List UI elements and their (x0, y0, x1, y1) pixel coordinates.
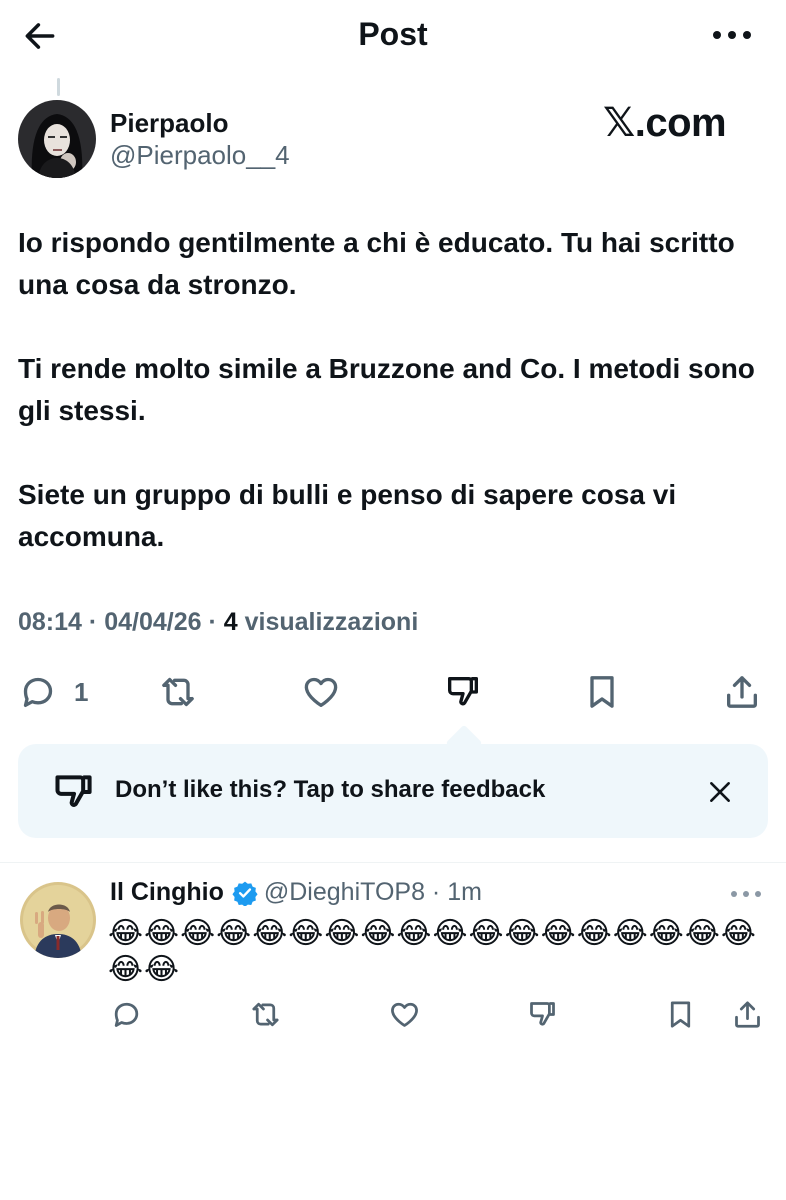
repost-icon (162, 677, 194, 707)
bookmark-icon (590, 676, 614, 708)
views-label[interactable]: visualizzazioni (245, 608, 419, 636)
reply-bookmark-button[interactable] (664, 996, 697, 1032)
repost-button[interactable] (158, 668, 198, 716)
reply-share-button[interactable] (731, 996, 764, 1032)
reply-like-button[interactable] (388, 996, 421, 1032)
dislike-button[interactable] (443, 668, 483, 716)
views-count[interactable]: 4 (224, 608, 238, 636)
reply-text: 😂😂😂😂😂😂😂😂😂😂😂😂😂😂😂😂😂😂😂😂 (108, 917, 757, 986)
close-icon (710, 782, 730, 802)
thumbs-down-icon (55, 775, 92, 807)
heart-icon (391, 1002, 418, 1027)
reply-repost-button[interactable] (249, 996, 282, 1032)
more-options-button[interactable] (708, 20, 756, 50)
reply-more-button[interactable] (728, 884, 764, 904)
reply-count: 1 (74, 676, 89, 707)
heart-icon (304, 677, 338, 707)
author-avatar[interactable] (18, 100, 96, 178)
reply-reply-button[interactable] (110, 996, 143, 1032)
share-button[interactable] (722, 668, 762, 716)
reply-button[interactable]: 1 (18, 668, 88, 716)
verified-badge-icon (232, 881, 258, 906)
post-text: Io rispondo gentilmente a chi è educato.… (18, 222, 768, 600)
feedback-close-button[interactable] (700, 772, 740, 812)
post-actions-bar: 1 (0, 668, 786, 716)
post-meta: 08:14 · 04/04/26 · 4 visualizzazioni (18, 608, 418, 637)
thumbs-down-icon (530, 1001, 555, 1026)
reply-time[interactable]: 1m (447, 878, 482, 907)
post-paragraph: Io rispondo gentilmente a chi è educato.… (18, 227, 735, 300)
feedback-prompt[interactable]: Don’t like this? Tap to share feedback (18, 744, 768, 838)
share-icon (735, 1000, 760, 1028)
top-bar: Post (0, 0, 786, 72)
reply-actions-bar (0, 996, 786, 1032)
reply-author-name[interactable]: Il Cinghio (110, 878, 224, 907)
more-horizontal-icon (731, 891, 761, 897)
reply-icon (114, 1002, 139, 1027)
thread-connector-line (57, 78, 60, 96)
divider (0, 862, 786, 863)
bookmark-icon (670, 1000, 691, 1028)
reply-author-avatar[interactable] (20, 882, 96, 958)
meta-separator: · (208, 608, 224, 636)
more-horizontal-icon (713, 31, 751, 39)
reply-header: Il Cinghio @DieghiTOP8 · 1m (110, 878, 482, 907)
post-date[interactable]: 04/04/26 (104, 608, 201, 636)
reply-author-handle[interactable]: @DieghiTOP8 (264, 878, 425, 907)
meta-separator: · (88, 608, 105, 636)
author-handle[interactable]: @Pierpaolo__4 (110, 140, 290, 171)
thumbs-down-icon (448, 677, 478, 706)
repost-icon (252, 1002, 279, 1026)
reply-dislike-button[interactable] (526, 996, 559, 1032)
share-icon (727, 676, 757, 708)
like-button[interactable] (301, 668, 341, 716)
post-time[interactable]: 08:14 (18, 608, 82, 636)
post-paragraph: Siete un gruppo di bulli e penso di sape… (18, 479, 677, 552)
post-paragraph: Ti rende molto simile a Bruzzone and Co.… (18, 353, 755, 426)
author-name[interactable]: Pierpaolo (110, 108, 228, 139)
reply-icon (23, 677, 53, 707)
x-com-watermark: 𝕏.com (603, 101, 727, 145)
feedback-text[interactable]: Don’t like this? Tap to share feedback (115, 776, 545, 804)
bookmark-button[interactable] (582, 668, 622, 716)
meta-separator: · (424, 878, 448, 906)
page-title: Post (358, 16, 428, 52)
